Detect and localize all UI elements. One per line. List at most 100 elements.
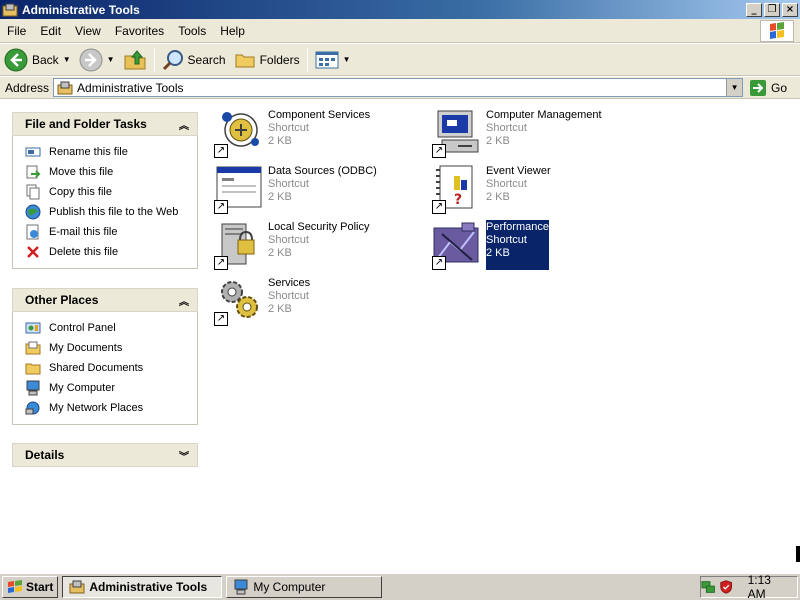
up-folder-icon xyxy=(124,49,146,69)
other-places-header[interactable]: Other Places ︽ xyxy=(12,288,198,312)
file-item-services[interactable]: ↗ Services Shortcut 2 KB xyxy=(214,276,310,326)
component-services-icon: ↗ xyxy=(214,108,264,158)
menu-view[interactable]: View xyxy=(68,24,108,38)
menu-help[interactable]: Help xyxy=(213,24,252,38)
file-item-computer-management[interactable]: ↗ Computer Management Shortcut 2 KB xyxy=(432,108,602,158)
expand-chevron-icon[interactable]: ︾ xyxy=(179,448,189,463)
go-arrow-icon xyxy=(750,79,767,96)
shortcut-arrow-icon: ↗ xyxy=(214,312,228,326)
go-label: Go xyxy=(771,80,788,95)
my-documents-label: My Documents xyxy=(49,342,123,354)
back-dropdown-icon[interactable]: ▼ xyxy=(63,55,71,64)
address-bar: Address Administrative Tools ▼ Go xyxy=(0,77,800,99)
control-panel-link[interactable]: Control Panel xyxy=(25,318,197,338)
taskbar-button-administrative-tools[interactable]: Administrative Tools xyxy=(62,576,223,598)
publish-file-link[interactable]: Publish this file to the Web xyxy=(25,202,197,222)
task-pane: File and Folder Tasks ︽ Rename this file… xyxy=(0,100,208,572)
taskbar-button-label: My Computer xyxy=(253,580,326,594)
file-size: 2 KB xyxy=(268,135,292,147)
copy-file-label: Copy this file xyxy=(49,186,112,198)
clock: 1:13 AM xyxy=(747,573,771,601)
up-folder-button[interactable] xyxy=(119,46,151,74)
menu-favorites[interactable]: Favorites xyxy=(108,24,171,38)
views-icon xyxy=(315,51,339,68)
file-folder-tasks-header[interactable]: File and Folder Tasks ︽ xyxy=(12,112,198,136)
folders-button[interactable]: Folders xyxy=(230,46,304,74)
my-computer-link[interactable]: My Computer xyxy=(25,378,197,398)
shortcut-arrow-icon: ↗ xyxy=(214,200,228,214)
performance-icon: ↗ xyxy=(432,220,482,270)
windows-logo-icon xyxy=(760,20,794,42)
address-input[interactable]: Administrative Tools ▼ xyxy=(53,78,744,97)
file-size: 2 KB xyxy=(486,247,510,259)
rename-icon xyxy=(25,147,41,157)
rename-file-label: Rename this file xyxy=(49,146,128,158)
title-bar: Administrative Tools _ ❐ × xyxy=(0,0,800,19)
delete-file-link[interactable]: Delete this file xyxy=(25,242,197,262)
menu-tools[interactable]: Tools xyxy=(171,24,213,38)
file-type: Shortcut xyxy=(486,122,527,134)
my-network-places-link[interactable]: My Network Places xyxy=(25,398,197,418)
network-tray-icon[interactable] xyxy=(701,579,715,595)
shortcut-arrow-icon: ↗ xyxy=(214,256,228,270)
collapse-chevron-icon[interactable]: ︽ xyxy=(179,117,189,132)
file-type: Shortcut xyxy=(486,178,527,190)
rename-file-link[interactable]: Rename this file xyxy=(25,142,197,162)
security-policy-icon: ↗ xyxy=(214,220,264,270)
data-sources-icon: ↗ xyxy=(214,164,264,214)
file-name: Services xyxy=(268,277,311,289)
file-name: Computer Management xyxy=(486,109,602,121)
taskbar-button-my-computer[interactable]: My Computer xyxy=(226,576,383,598)
file-folder-tasks-panel: File and Folder Tasks ︽ Rename this file… xyxy=(12,112,198,269)
back-button[interactable]: Back ▼ xyxy=(0,46,75,74)
file-size: 2 KB xyxy=(268,247,292,259)
restore-button[interactable]: ❐ xyxy=(764,2,780,17)
file-list: ↗ Component Services Shortcut 2 KB ↗ Com… xyxy=(210,100,800,572)
delete-file-label: Delete this file xyxy=(49,246,119,258)
collapse-chevron-icon[interactable]: ︽ xyxy=(179,293,189,308)
file-item-event-viewer[interactable]: ? ↗ Event Viewer Shortcut 2 KB xyxy=(432,164,551,214)
control-panel-label: Control Panel xyxy=(49,322,116,334)
minimize-button[interactable]: _ xyxy=(746,2,762,17)
network-places-icon xyxy=(25,401,40,415)
close-button[interactable]: × xyxy=(782,2,798,17)
file-item-component-services[interactable]: ↗ Component Services Shortcut 2 KB xyxy=(214,108,370,158)
file-size: 2 KB xyxy=(486,191,510,203)
forward-button[interactable]: ▼ xyxy=(75,46,119,74)
views-dropdown-icon[interactable]: ▼ xyxy=(343,55,351,64)
shared-documents-link[interactable]: Shared Documents xyxy=(25,358,197,378)
other-places-title: Other Places xyxy=(25,293,99,307)
file-item-performance[interactable]: ↗ Performance Shortcut 2 KB xyxy=(432,220,549,270)
file-size: 2 KB xyxy=(486,135,510,147)
file-name: Data Sources (ODBC) xyxy=(268,165,377,177)
start-button[interactable]: Start xyxy=(2,576,59,598)
admin-tools-icon xyxy=(69,580,85,594)
security-shield-icon[interactable] xyxy=(719,579,733,595)
search-button[interactable]: Search xyxy=(158,46,230,74)
file-item-data-sources[interactable]: ↗ Data Sources (ODBC) Shortcut 2 KB xyxy=(214,164,377,214)
shortcut-arrow-icon: ↗ xyxy=(432,200,446,214)
shortcut-arrow-icon: ↗ xyxy=(214,144,228,158)
copy-file-link[interactable]: Copy this file xyxy=(25,182,197,202)
toolbar: Back ▼ ▼ Search Folders ▼ xyxy=(0,44,800,76)
views-button[interactable]: ▼ xyxy=(311,46,355,74)
file-type: Shortcut xyxy=(268,234,309,246)
window-title: Administrative Tools xyxy=(22,2,140,17)
my-documents-link[interactable]: My Documents xyxy=(25,338,197,358)
go-button[interactable]: Go xyxy=(749,79,787,97)
email-file-link[interactable]: E-mail this file xyxy=(25,222,197,242)
folders-icon xyxy=(235,54,255,67)
taskbar: Start Administrative Tools My Computer 1… xyxy=(0,573,800,601)
menu-edit[interactable]: Edit xyxy=(33,24,68,38)
my-documents-icon xyxy=(25,341,41,355)
move-file-link[interactable]: Move this file xyxy=(25,162,197,182)
details-header[interactable]: Details ︾ xyxy=(12,443,198,467)
mouse-cursor xyxy=(796,546,800,562)
address-dropdown-icon[interactable]: ▼ xyxy=(726,79,743,96)
file-item-local-security-policy[interactable]: ↗ Local Security Policy Shortcut 2 KB xyxy=(214,220,370,270)
details-panel: Details ︾ xyxy=(12,443,198,467)
system-tray: 1:13 AM xyxy=(700,573,798,601)
admin-tools-icon xyxy=(2,3,18,16)
forward-dropdown-icon[interactable]: ▼ xyxy=(107,55,115,64)
menu-file[interactable]: File xyxy=(0,24,33,38)
